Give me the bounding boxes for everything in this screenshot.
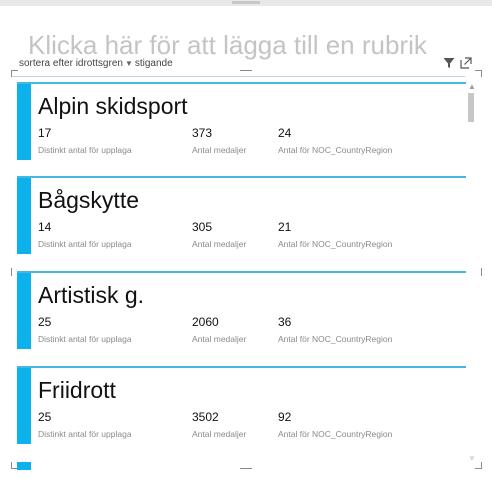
medals-label: Antal medaljer [192,334,247,344]
distinct-count-value: 25 [38,315,52,329]
card-title: Alpin skidsport [38,93,188,119]
countries-label: Antal för NOC_CountryRegion [278,334,393,344]
countries-label: Antal för NOC_CountryRegion [278,429,393,439]
countries-label: Antal för NOC_CountryRegion [278,145,393,155]
distinct-count-label: Distinkt antal för upplaga [38,145,132,155]
distinct-count-label: Distinkt antal för upplaga [38,239,132,249]
filter-icon[interactable] [443,57,455,69]
window-top-bar [0,0,492,6]
medals-label: Antal medaljer [192,429,247,439]
resize-corner-top-right[interactable] [475,70,482,77]
card-row: Friidrott 25 3502 92 Distinkt antal för … [17,366,466,444]
focus-mode-icon[interactable] [460,57,472,69]
card-accent-bar [17,273,31,349]
resize-handle-top[interactable] [240,70,252,71]
countries-value: 24 [278,126,292,140]
sort-label: sortera efter idrottsgren [19,58,123,69]
card-title: Friidrott [38,377,116,403]
card-row: Alpin skidsport 17 373 24 Distinkt antal… [17,82,466,160]
countries-value: 36 [278,315,292,329]
distinct-count-label: Distinkt antal för upplaga [38,429,132,439]
card-title: Bågskytte [38,187,139,213]
countries-value: 21 [278,220,292,234]
medals-value: 305 [192,220,213,234]
medals-label: Antal medaljer [192,239,247,249]
distinct-count-value: 25 [38,410,52,424]
medals-value: 2060 [192,315,219,329]
card-title: Artistisk g. [38,282,145,308]
medals-value: 373 [192,126,213,140]
resize-handle-bottom[interactable] [240,468,252,469]
card-accent-bar [17,368,31,444]
resize-corner-top-left[interactable] [11,70,18,77]
visual-title-placeholder[interactable]: Klicka här för att lägga till en rubrik [28,30,427,61]
chevron-down-icon[interactable]: ▼ [125,59,133,68]
distinct-count-value: 17 [38,126,52,140]
card-accent-bar [17,178,31,254]
distinct-count-label: Distinkt antal för upplaga [38,334,132,344]
card-row: Artistisk g. 25 2060 36 Distinkt antal f… [17,271,466,349]
sort-control[interactable]: sortera efter idrottsgren ▼ stigande [19,58,173,69]
scroll-up-icon[interactable]: ▲ [468,82,476,91]
resize-corner-bottom-right[interactable] [475,462,482,469]
card-accent-bar-partial [17,462,31,470]
scroll-thumb[interactable] [468,93,474,122]
card-row: Bågskytte 14 305 21 Distinkt antal för u… [17,176,466,254]
card-accent-bar [17,84,31,160]
scroll-down-icon[interactable]: ▼ [468,454,476,463]
resize-handle-left[interactable] [11,268,12,276]
countries-value: 92 [278,410,292,424]
drag-handle[interactable] [232,1,260,4]
sort-direction[interactable]: stigande [135,58,173,69]
visual-border-top [12,76,465,77]
distinct-count-value: 14 [38,220,52,234]
medals-value: 3502 [192,410,219,424]
resize-handle-right[interactable] [481,268,482,276]
medals-label: Antal medaljer [192,145,247,155]
vertical-scrollbar[interactable]: ▲ ▼ [467,82,476,463]
countries-label: Antal för NOC_CountryRegion [278,239,393,249]
